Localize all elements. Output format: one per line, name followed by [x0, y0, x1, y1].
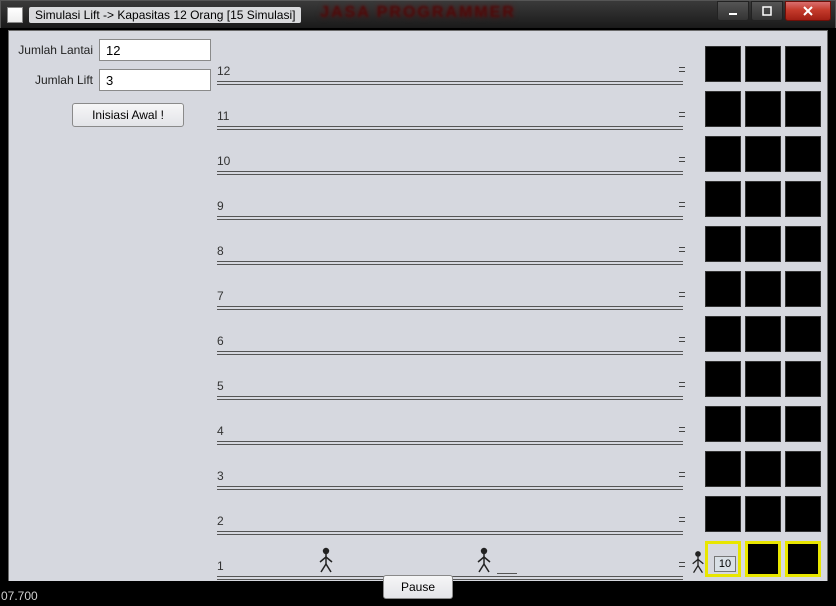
lift-doors-grid: 10	[693, 37, 821, 573]
lift-door	[745, 361, 781, 397]
lift-door	[745, 226, 781, 262]
lift-door	[785, 46, 821, 82]
floor-row: 8	[217, 217, 683, 262]
floor-row: 5	[217, 352, 683, 397]
lift-door	[745, 181, 781, 217]
lift-door	[745, 316, 781, 352]
floor-row: 2	[217, 487, 683, 532]
floor-count-input[interactable]	[99, 39, 211, 61]
lift-door	[705, 451, 741, 487]
floor-row: 12	[217, 37, 683, 82]
client-area: Jumlah Lantai Jumlah Lift Inisiasi Awal …	[1, 28, 835, 605]
lift-door	[705, 226, 741, 262]
lift-door	[745, 46, 781, 82]
lift-door	[785, 316, 821, 352]
main-panel: Jumlah Lantai Jumlah Lift Inisiasi Awal …	[8, 30, 828, 586]
lift-door	[705, 271, 741, 307]
lift-door	[745, 91, 781, 127]
lift-door	[705, 496, 741, 532]
lift-door	[745, 136, 781, 172]
lift-door	[785, 406, 821, 442]
lift-door	[745, 406, 781, 442]
floors-column: 12 11 10 9 8 7 6 5 4 3 2 1	[217, 37, 683, 573]
lift-door	[785, 136, 821, 172]
floor-count-label: Jumlah Lantai	[11, 43, 99, 57]
lift-door	[785, 91, 821, 127]
app-window: Simulasi Lift -> Kapasitas 12 Orang [15 …	[0, 0, 836, 606]
person-icon	[690, 550, 708, 576]
floor-row: 7	[217, 262, 683, 307]
lift-door	[785, 181, 821, 217]
sim-time: 07.700	[1, 589, 38, 603]
lift-door	[745, 451, 781, 487]
lift-door	[785, 271, 821, 307]
lift-door-ground: 10	[705, 541, 741, 577]
close-button[interactable]	[785, 1, 831, 21]
lift-door	[705, 316, 741, 352]
lift-count-label: Jumlah Lift	[11, 73, 99, 87]
pause-button[interactable]: Pause	[383, 575, 453, 599]
floor-row: 9	[217, 172, 683, 217]
titlebar: Simulasi Lift -> Kapasitas 12 Orang [15 …	[0, 0, 836, 28]
lift-door	[785, 496, 821, 532]
lift-door	[745, 496, 781, 532]
maximize-button[interactable]	[751, 1, 783, 21]
floor-count-row: Jumlah Lantai	[11, 39, 211, 61]
window-controls	[717, 1, 831, 21]
person-icon	[317, 547, 335, 573]
window-title: Simulasi Lift -> Kapasitas 12 Orang [15 …	[29, 7, 301, 23]
lift-count-row: Jumlah Lift	[11, 69, 211, 91]
floor-row: 10	[217, 127, 683, 172]
lift-door-ground	[745, 541, 781, 577]
floor-row: 4	[217, 397, 683, 442]
floor-row: 1	[217, 532, 683, 577]
lift-door	[785, 451, 821, 487]
person-icon	[475, 547, 493, 573]
lift-door	[785, 361, 821, 397]
status-bar: 07.700 Pause	[1, 581, 835, 605]
floor-row: 3	[217, 442, 683, 487]
lift-door	[705, 91, 741, 127]
lift-door	[705, 46, 741, 82]
lift-door	[705, 361, 741, 397]
watermark-text: JASA PROGRAMMER	[320, 4, 516, 22]
floor-row: 11	[217, 82, 683, 127]
lift-occupancy-badge: 10	[714, 556, 736, 572]
lift-door	[705, 136, 741, 172]
lift-door	[785, 226, 821, 262]
minimize-button[interactable]	[717, 1, 749, 21]
lift-count-input[interactable]	[99, 69, 211, 91]
lift-door	[705, 406, 741, 442]
lift-door-ground	[785, 541, 821, 577]
lift-door	[705, 181, 741, 217]
lift-door	[745, 271, 781, 307]
floor-row: 6	[217, 307, 683, 352]
app-icon	[7, 7, 23, 23]
init-button[interactable]: Inisiasi Awal !	[72, 103, 184, 127]
